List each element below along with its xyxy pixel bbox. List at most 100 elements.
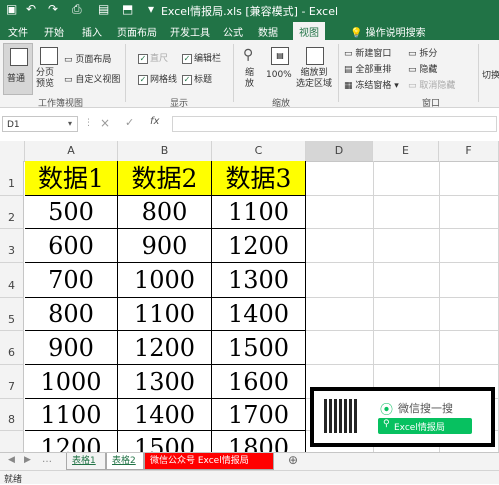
freeze-panes-button[interactable]: ▦ 冻结窗格 ▾ (344, 78, 399, 91)
gridline (306, 195, 499, 196)
hide-button[interactable]: ▭ 隐藏 (408, 62, 437, 75)
column-header[interactable]: C (212, 141, 306, 161)
wechat-banner: ⦿ 微信搜一搜 ⚲ Excel情报局 (310, 387, 495, 447)
insert-function-icon[interactable]: fx (150, 116, 159, 127)
scroll-right-icon[interactable]: ▶ (24, 455, 31, 465)
data-cell[interactable]: 500 (25, 196, 118, 229)
add-sheet-icon[interactable]: ⊕ (288, 453, 298, 467)
enter-icon[interactable]: ✓ (125, 116, 134, 129)
data-cell[interactable]: 1500 (118, 431, 212, 452)
headings-check-icon: ✓ (182, 74, 192, 85)
zoom-selection-button[interactable]: 缩放到 选定区域 (296, 43, 334, 93)
data-cell[interactable]: 1600 (212, 365, 306, 399)
header-cell[interactable]: 数据3 (212, 161, 306, 196)
sheet-tab[interactable]: 表格2 (106, 453, 144, 470)
row-header[interactable]: 2 (0, 196, 24, 229)
name-box-dropdown-icon[interactable]: ▾ (68, 119, 72, 128)
wechat-brand-text: 微信搜一搜 (398, 402, 453, 415)
group-label-window: 窗口 (422, 99, 441, 109)
data-cell[interactable]: 800 (25, 298, 118, 331)
scroll-left-icon[interactable]: ◀ (8, 455, 15, 465)
data-cell[interactable]: 1200 (25, 431, 118, 452)
gridlines-check-icon: ✓ (138, 74, 148, 85)
ribbon-tab[interactable]: 页面布局 (117, 24, 157, 39)
arrange-all-icon: ▤ (344, 65, 356, 75)
unhide-icon: ▭ (408, 81, 420, 91)
sheet-tab[interactable]: 表格1 (66, 453, 106, 470)
column-header[interactable]: A (25, 141, 118, 161)
gridline (306, 262, 499, 263)
page-break-preview-button[interactable]: 分页 预览 (34, 43, 62, 93)
data-cell[interactable]: 1300 (212, 263, 306, 298)
data-cell[interactable]: 1100 (25, 399, 118, 431)
ribbon-tab[interactable]: 文件 (8, 24, 28, 39)
new-window-label: 新建窗口 (355, 49, 392, 59)
ribbon-tab[interactable]: 数据 (258, 24, 278, 39)
data-cell[interactable]: 900 (25, 331, 118, 365)
data-cell[interactable]: 1100 (118, 298, 212, 331)
data-cell[interactable]: 1400 (118, 399, 212, 431)
ribbon-tab[interactable]: 插入 (82, 24, 102, 39)
formula-input[interactable] (172, 116, 497, 132)
data-cell[interactable]: 600 (25, 229, 118, 263)
unhide-button[interactable]: ▭ 取消隐藏 (408, 78, 455, 91)
zoom-button[interactable]: ⚲ 缩 放 (238, 43, 262, 93)
row-header[interactable]: 4 (0, 263, 24, 298)
data-cell[interactable]: 1200 (118, 331, 212, 365)
data-cell[interactable]: 800 (118, 196, 212, 229)
data-cell[interactable]: 700 (25, 263, 118, 298)
sheet-tab[interactable]: 微信公众号 Excel情报局 (144, 453, 274, 470)
ribbon-tab[interactable]: 💡 操作说明搜索 (350, 24, 426, 39)
column-header[interactable]: E (373, 141, 439, 161)
headings-checkbox[interactable]: ✓ 标题 (182, 72, 212, 85)
data-cell[interactable]: 1000 (25, 365, 118, 399)
data-cell[interactable]: 1500 (212, 331, 306, 365)
row-header[interactable]: 5 (0, 298, 24, 331)
switch-window-button[interactable]: 切换 (482, 68, 499, 81)
column-header[interactable]: D (306, 141, 373, 161)
custom-view-label: 自定义视图 (75, 75, 121, 85)
group-label-zoom: 缩放 (272, 99, 291, 109)
column-header[interactable]: B (118, 141, 212, 161)
ribbon-tab[interactable]: 公式 (223, 24, 243, 39)
page-layout-icon: ▭ (64, 55, 76, 65)
row-header[interactable]: 1 (0, 161, 24, 196)
data-cell[interactable]: 1800 (212, 431, 306, 452)
normal-view-button[interactable]: 普通 (3, 43, 33, 95)
cancel-icon[interactable]: × (100, 116, 110, 130)
new-window-button[interactable]: ▭ 新建窗口 (344, 46, 391, 59)
ribbon-tab[interactable]: 开始 (44, 24, 64, 39)
ruler-checkbox[interactable]: ✓ 直尺 (138, 51, 168, 64)
header-cell[interactable]: 数据1 (25, 161, 118, 196)
data-cell[interactable]: 1700 (212, 399, 306, 431)
split-button[interactable]: ▭ 拆分 (408, 46, 437, 59)
data-cell[interactable]: 1000 (118, 263, 212, 298)
column-header[interactable]: F (439, 141, 499, 161)
select-all-corner[interactable] (0, 141, 25, 161)
row-header[interactable]: 6 (0, 331, 24, 365)
name-box[interactable]: D1 (2, 116, 78, 132)
page-layout-button[interactable]: ▭ 页面布局 (64, 52, 111, 65)
arrange-all-button[interactable]: ▤ 全部重排 (344, 62, 391, 75)
row-header[interactable]: 8 (0, 399, 24, 431)
data-cell[interactable]: 1400 (212, 298, 306, 331)
magnifier-icon: ⚲ (243, 47, 254, 63)
row-header[interactable]: 7 (0, 365, 24, 399)
data-cell[interactable]: 900 (118, 229, 212, 263)
wechat-search-box[interactable]: ⚲ Excel情报局 (378, 418, 472, 434)
gridlines-checkbox[interactable]: ✓ 网格线 (138, 72, 177, 85)
gridline (306, 330, 499, 331)
data-cell[interactable]: 1200 (212, 229, 306, 263)
ribbon-tab[interactable]: 开发工具 (170, 24, 210, 39)
formula-bar-checkbox[interactable]: ✓ 编辑栏 (182, 51, 221, 64)
row-header[interactable]: 3 (0, 229, 24, 263)
data-cell[interactable]: 1300 (118, 365, 212, 399)
data-cell[interactable]: 1100 (212, 196, 306, 229)
row-header[interactable] (0, 431, 24, 452)
more-sheets-icon[interactable]: … (42, 454, 52, 465)
ribbon-tab[interactable]: 视图 (293, 22, 325, 42)
zoom-100-button[interactable]: ▤ 100% (265, 43, 293, 93)
header-cell[interactable]: 数据2 (118, 161, 212, 196)
custom-view-button[interactable]: ▭ 自定义视图 (64, 72, 120, 85)
custom-view-icon: ▭ (64, 75, 76, 85)
